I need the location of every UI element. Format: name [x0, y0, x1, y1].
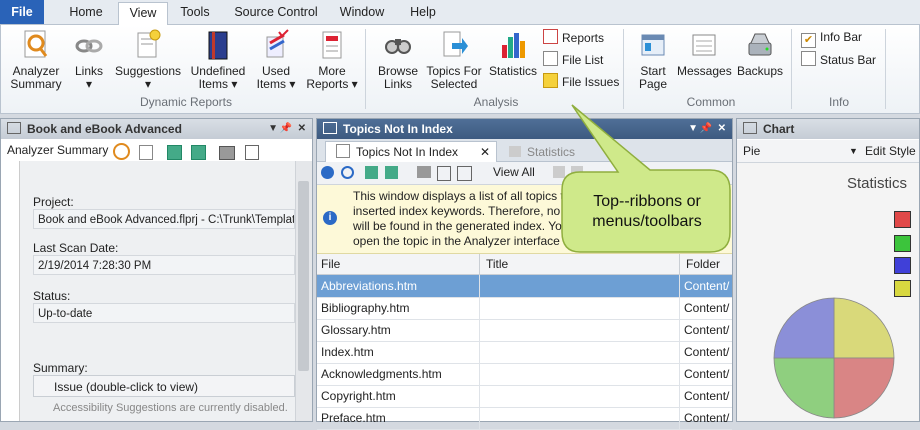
callout-shape	[561, 104, 731, 253]
callout-text: Top--ribbons or menus/toolbars	[592, 193, 702, 230]
